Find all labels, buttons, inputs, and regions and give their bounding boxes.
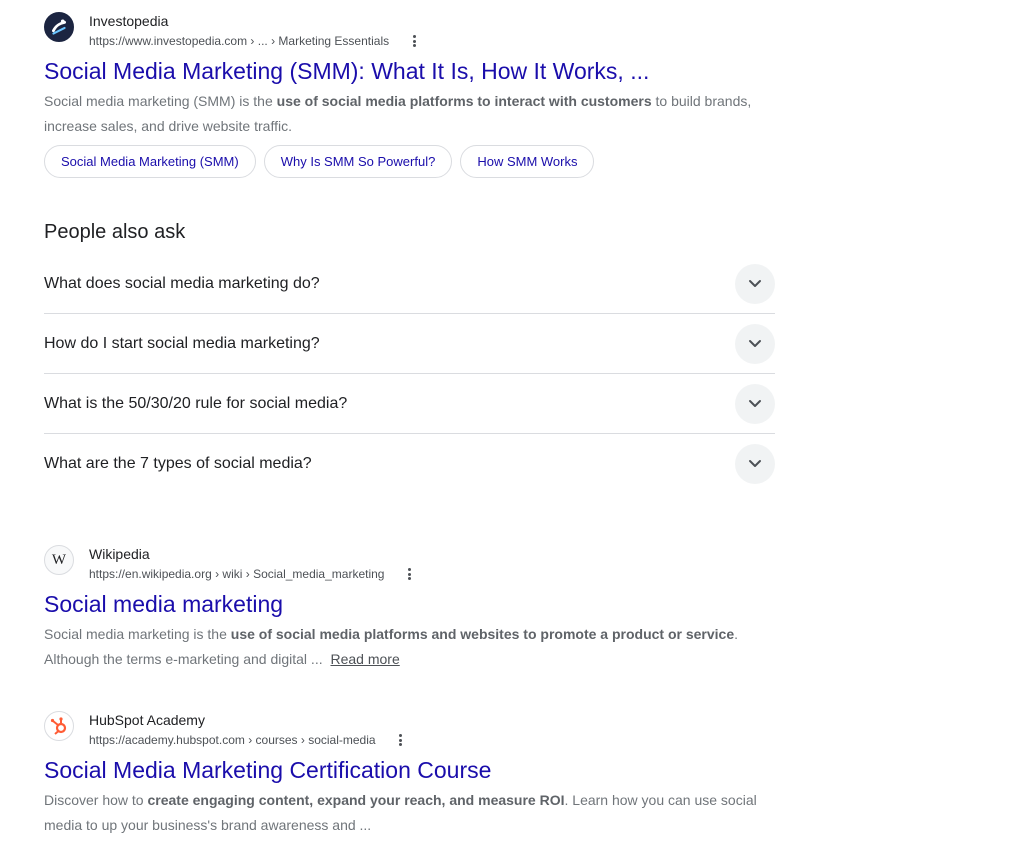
more-vertical-icon[interactable] (402, 568, 416, 580)
site-url: https://www.investopedia.com › ... › Mar… (89, 33, 421, 49)
sitelink-chip-why-smm[interactable]: Why Is SMM So Powerful? (263, 145, 453, 178)
site-header[interactable]: W Wikipedia https://en.wikipedia.org › w… (44, 545, 784, 589)
snippet-text: Social media marketing (SMM) is the (44, 93, 277, 109)
snippet-highlight: create engaging content, expand your rea… (147, 792, 565, 808)
chevron-down-icon[interactable] (735, 383, 775, 424)
wikipedia-logo-letter: W (51, 551, 67, 568)
result-title-link[interactable]: Social Media Marketing Certification Cou… (44, 755, 784, 785)
search-result-investopedia: Investopedia https://www.investopedia.co… (44, 12, 784, 178)
site-header[interactable]: Investopedia https://www.investopedia.co… (44, 12, 784, 56)
paa-question-text: What is the 50/30/20 rule for social med… (44, 394, 348, 412)
site-url-text: https://academy.hubspot.com › courses › … (89, 733, 376, 747)
sitelink-chip-how-smm[interactable]: How SMM Works (460, 145, 595, 178)
site-url-text: https://www.investopedia.com › ... › Mar… (89, 34, 390, 48)
paa-question[interactable]: What is the 50/30/20 rule for social med… (44, 374, 775, 434)
result-snippet: Social media marketing (SMM) is the use … (44, 89, 784, 139)
paa-question-text: What does social media marketing do? (44, 274, 320, 292)
wikipedia-logo-icon: W (44, 545, 74, 575)
result-snippet: Discover how to create engaging content,… (44, 788, 784, 838)
site-header[interactable]: HubSpot Academy https://academy.hubspot.… (44, 711, 784, 755)
chevron-down-icon[interactable] (735, 263, 775, 304)
paa-question-text: How do I start social media marketing? (44, 334, 320, 352)
investopedia-logo-icon (44, 12, 74, 42)
paa-question[interactable]: What does social media marketing do? (44, 254, 775, 314)
site-name: HubSpot Academy (89, 712, 205, 728)
snippet-highlight: use of social media platforms to interac… (276, 93, 652, 109)
result-title-link[interactable]: Social Media Marketing (SMM): What It Is… (44, 56, 784, 86)
search-results-page: Investopedia https://www.investopedia.co… (0, 0, 1024, 852)
read-more-link[interactable]: Read more (330, 651, 399, 667)
more-vertical-icon[interactable] (394, 734, 408, 746)
more-vertical-icon[interactable] (407, 35, 421, 47)
site-url-text: https://en.wikipedia.org › wiki › Social… (89, 567, 385, 581)
result-title-link[interactable]: Social media marketing (44, 589, 784, 619)
chevron-down-icon[interactable] (735, 443, 775, 484)
paa-question[interactable]: How do I start social media marketing? (44, 314, 775, 374)
people-also-ask: People also ask What does social media m… (44, 218, 775, 493)
sitelink-chips: Social Media Marketing (SMM) Why Is SMM … (44, 145, 784, 178)
sitelink-chip-smm[interactable]: Social Media Marketing (SMM) (44, 145, 256, 178)
paa-heading: People also ask (44, 221, 186, 243)
site-name: Wikipedia (89, 546, 150, 562)
search-result-hubspot: HubSpot Academy https://academy.hubspot.… (44, 711, 784, 838)
snippet-highlight: use of social media platforms and websit… (230, 626, 735, 642)
snippet-text: Discover how to (44, 792, 148, 808)
paa-question-text: What are the 7 types of social media? (44, 454, 312, 472)
site-name: Investopedia (89, 13, 169, 29)
chevron-down-icon[interactable] (735, 323, 775, 364)
hubspot-logo-icon (44, 711, 74, 741)
site-url: https://academy.hubspot.com › courses › … (89, 732, 408, 748)
site-url: https://en.wikipedia.org › wiki › Social… (89, 566, 416, 582)
snippet-text: Social media marketing is the (44, 626, 231, 642)
search-result-wikipedia: W Wikipedia https://en.wikipedia.org › w… (44, 545, 784, 672)
result-snippet: Social media marketing is the use of soc… (44, 622, 784, 672)
paa-question[interactable]: What are the 7 types of social media? (44, 434, 775, 493)
